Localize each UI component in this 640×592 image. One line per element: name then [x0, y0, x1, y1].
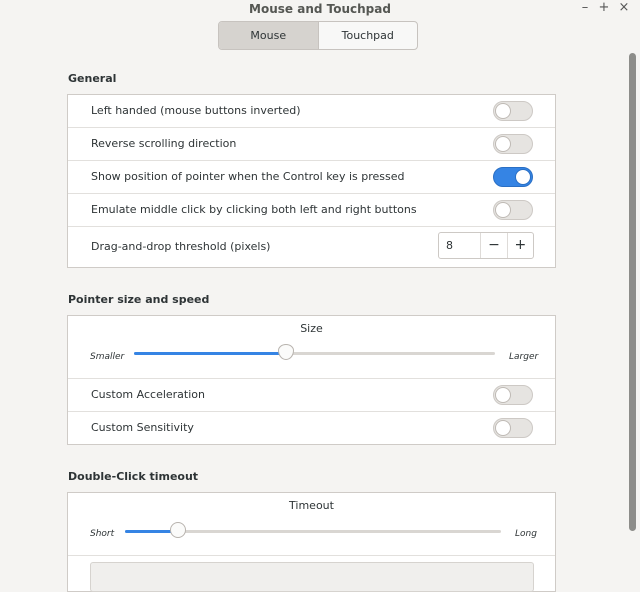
show-pointer-switch[interactable]: [493, 167, 533, 187]
section-title-double-click: Double-Click timeout: [68, 470, 199, 483]
switch-knob: [495, 202, 511, 218]
switch-knob: [515, 169, 531, 185]
pointer-card: Size Smaller Larger Custom Acceleration …: [67, 315, 556, 445]
custom-sensitivity-switch[interactable]: [493, 418, 533, 438]
size-min-label: Smaller: [90, 352, 125, 362]
emulate-middle-switch[interactable]: [493, 200, 533, 220]
size-max-label: Larger: [509, 352, 539, 362]
double-click-card: Timeout Short Long: [67, 492, 556, 592]
show-pointer-label: Show position of pointer when the Contro…: [91, 170, 405, 183]
timeout-slider[interactable]: [125, 522, 501, 538]
timeout-slider-handle[interactable]: [170, 522, 186, 538]
timeout-max-label: Long: [515, 529, 537, 539]
drag-threshold-input[interactable]: 8: [439, 233, 480, 258]
increment-button[interactable]: +: [506, 233, 533, 258]
row-size-slider: Size Smaller Larger: [68, 316, 555, 379]
maximize-icon[interactable]: +: [597, 1, 611, 15]
double-click-test-area[interactable]: [90, 562, 534, 592]
row-reverse-scroll: Reverse scrolling direction: [68, 128, 555, 161]
reverse-scroll-switch[interactable]: [493, 134, 533, 154]
general-card: Left handed (mouse buttons inverted) Rev…: [67, 94, 556, 268]
scrollbar-thumb[interactable]: [629, 53, 636, 531]
window-title: Mouse and Touchpad: [249, 2, 391, 16]
minimize-icon[interactable]: –: [578, 1, 592, 15]
title-bar: Mouse and Touchpad – + ×: [0, 0, 640, 18]
timeout-min-label: Short: [90, 529, 115, 539]
row-custom-sensitivity: Custom Sensitivity: [68, 412, 555, 445]
tab-touchpad[interactable]: Touchpad: [319, 22, 418, 49]
switch-knob: [495, 136, 511, 152]
switch-knob: [495, 420, 511, 436]
size-slider-handle[interactable]: [278, 344, 294, 360]
size-slider[interactable]: [134, 344, 495, 360]
row-show-pointer: Show position of pointer when the Contro…: [68, 161, 555, 194]
size-slider-title: Size: [300, 322, 323, 335]
section-title-general: General: [68, 72, 117, 85]
custom-acceleration-label: Custom Acceleration: [91, 388, 205, 401]
row-timeout-slider: Timeout Short Long: [68, 493, 555, 556]
drag-threshold-label: Drag-and-drop threshold (pixels): [91, 240, 271, 253]
left-handed-label: Left handed (mouse buttons inverted): [91, 104, 301, 117]
reverse-scroll-label: Reverse scrolling direction: [91, 137, 237, 150]
custom-acceleration-switch[interactable]: [493, 385, 533, 405]
size-slider-fill: [134, 352, 286, 355]
left-handed-switch[interactable]: [493, 101, 533, 121]
row-emulate-middle: Emulate middle click by clicking both le…: [68, 194, 555, 227]
switch-knob: [495, 387, 511, 403]
row-left-handed: Left handed (mouse buttons inverted): [68, 95, 555, 128]
row-drag-threshold: Drag-and-drop threshold (pixels) 8 − +: [68, 227, 555, 267]
custom-sensitivity-label: Custom Sensitivity: [91, 421, 194, 434]
tab-mouse[interactable]: Mouse: [219, 22, 319, 49]
row-custom-acceleration: Custom Acceleration: [68, 379, 555, 412]
decrement-button[interactable]: −: [480, 233, 506, 258]
timeout-slider-title: Timeout: [289, 499, 334, 512]
section-title-pointer: Pointer size and speed: [68, 293, 210, 306]
tab-bar: Mouse Touchpad: [218, 21, 418, 50]
switch-knob: [495, 103, 511, 119]
emulate-middle-label: Emulate middle click by clicking both le…: [91, 203, 417, 216]
drag-threshold-spinner: 8 − +: [438, 232, 534, 259]
